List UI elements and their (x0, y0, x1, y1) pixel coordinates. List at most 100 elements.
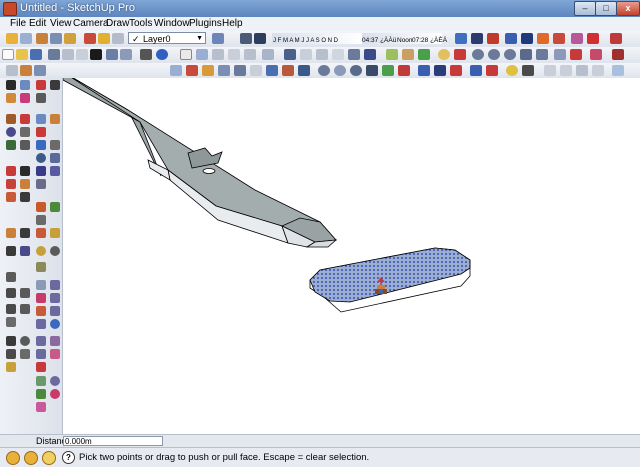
front-view-icon[interactable] (212, 49, 224, 60)
erase-mini-icon[interactable] (34, 65, 46, 76)
back-view-icon[interactable] (244, 49, 256, 60)
move-arrows-icon[interactable] (6, 246, 16, 256)
right-view-icon[interactable] (228, 49, 240, 60)
person-icon[interactable] (36, 80, 46, 90)
look-tool-icon[interactable] (50, 202, 60, 212)
move-tool-icon[interactable] (36, 127, 46, 137)
outliner-icon[interactable] (112, 33, 124, 44)
paint-mini-icon[interactable] (20, 65, 32, 76)
rotate-tool-icon[interactable] (36, 140, 46, 150)
slab-object[interactable] (309, 247, 471, 313)
arc-tool-icon[interactable] (20, 127, 30, 137)
polygon-tool-icon[interactable] (6, 140, 16, 150)
layer-panel-icon[interactable] (6, 272, 16, 282)
protractor-icon[interactable] (20, 166, 30, 176)
extra-tool-e-icon[interactable] (612, 65, 624, 76)
monochrome-icon[interactable] (364, 49, 376, 60)
erase-icon[interactable] (90, 49, 102, 60)
menu-edit[interactable]: Edit (29, 18, 46, 29)
layer-manager-icon[interactable] (212, 33, 224, 44)
copy-icon[interactable] (62, 49, 74, 60)
lightbulb-icon[interactable] (506, 65, 518, 76)
display-shadows-icon[interactable] (254, 33, 266, 44)
follow-me-icon[interactable] (587, 33, 599, 44)
solid-trim-icon[interactable] (504, 49, 516, 60)
print-icon[interactable] (140, 49, 152, 60)
freeform-a-icon[interactable] (36, 376, 46, 386)
circle-tool-icon[interactable] (6, 127, 16, 137)
extra-tool-c-icon[interactable] (576, 65, 588, 76)
left-view-icon[interactable] (262, 49, 274, 60)
globe-icon[interactable] (50, 246, 60, 256)
sandbox-icon[interactable] (455, 33, 467, 44)
layer-tool-d-icon[interactable] (470, 65, 482, 76)
sun-icon[interactable] (36, 246, 46, 256)
footprints-icon[interactable] (50, 80, 60, 90)
arc-d-icon[interactable] (50, 349, 60, 359)
model-info-icon[interactable] (156, 49, 168, 60)
look-around-icon[interactable] (318, 65, 330, 76)
sketchup-app-icon[interactable] (3, 2, 17, 16)
walk-tool-icon[interactable] (36, 202, 46, 212)
style-d-icon[interactable] (382, 65, 394, 76)
mesh-tool-icon[interactable] (6, 317, 16, 327)
arc-e-icon[interactable] (36, 362, 46, 372)
push-pull-icon[interactable] (36, 114, 46, 124)
menu-file[interactable]: File (10, 18, 26, 29)
toggle-terrain-icon[interactable] (590, 49, 602, 60)
geolocation-status-icon[interactable] (6, 451, 20, 465)
section-display-icon[interactable] (418, 49, 430, 60)
xray-icon[interactable] (284, 49, 296, 60)
layer-tool-a-icon[interactable] (418, 65, 430, 76)
axes-tool-icon[interactable] (36, 179, 46, 189)
menu-camera[interactable]: Camera (73, 18, 109, 29)
bezier-icon[interactable] (36, 293, 46, 303)
make-component-icon[interactable] (20, 80, 30, 90)
pan-icon[interactable] (186, 65, 198, 76)
zoom-window-tool-icon[interactable] (50, 153, 60, 163)
freeform-c-icon[interactable] (36, 389, 46, 399)
solid-subtract-icon[interactable] (488, 49, 500, 60)
freeform-e-icon[interactable] (36, 402, 46, 412)
flip-edge-icon[interactable] (553, 33, 565, 44)
section-plane-icon[interactable] (386, 49, 398, 60)
paint-icon[interactable] (98, 33, 110, 44)
open-icon[interactable] (20, 33, 32, 44)
get-models-icon[interactable] (64, 33, 76, 44)
freeform-d-icon[interactable] (50, 389, 60, 399)
sculpt-d-icon[interactable] (20, 349, 30, 359)
undo-icon[interactable] (106, 49, 118, 60)
extra-tool-d-icon[interactable] (592, 65, 604, 76)
polyline-tool-icon[interactable] (50, 306, 60, 316)
shadow-settings-icon[interactable] (240, 33, 252, 44)
shaded-textures-icon[interactable] (348, 49, 360, 60)
getting-started-icon[interactable] (6, 33, 18, 44)
next-view-icon[interactable] (250, 65, 262, 76)
solid-split-icon[interactable] (536, 49, 548, 60)
position-camera-icon[interactable] (282, 65, 294, 76)
layer-tool-e-icon[interactable] (486, 65, 498, 76)
top-view-icon[interactable] (196, 49, 208, 60)
wireframe-icon[interactable] (300, 49, 312, 60)
arc-b-icon[interactable] (50, 336, 60, 346)
drape-icon[interactable] (521, 33, 533, 44)
zoom-tool-icon[interactable] (36, 153, 46, 163)
pan-tool-icon[interactable] (50, 166, 60, 176)
style-e-icon[interactable] (398, 65, 410, 76)
square-loop-icon[interactable] (36, 319, 46, 329)
menu-view[interactable]: View (50, 18, 72, 29)
iso-view-icon[interactable] (180, 49, 192, 60)
pencil-tool-icon[interactable] (20, 114, 30, 124)
arc-c-icon[interactable] (36, 349, 46, 359)
section-plane-tool-icon[interactable] (20, 192, 30, 202)
redo-icon[interactable] (120, 49, 132, 60)
ring-icon[interactable] (50, 319, 60, 329)
warehouse-icon[interactable] (36, 33, 48, 44)
zoom-icon[interactable] (202, 65, 214, 76)
solid-intersect-icon[interactable] (520, 49, 532, 60)
maximize-button[interactable]: □ (595, 1, 617, 16)
modeling-viewport[interactable] (63, 78, 640, 434)
follow-me-tool-icon[interactable] (50, 140, 60, 150)
select-mini-icon[interactable] (6, 65, 18, 76)
stamp-icon[interactable] (505, 33, 517, 44)
